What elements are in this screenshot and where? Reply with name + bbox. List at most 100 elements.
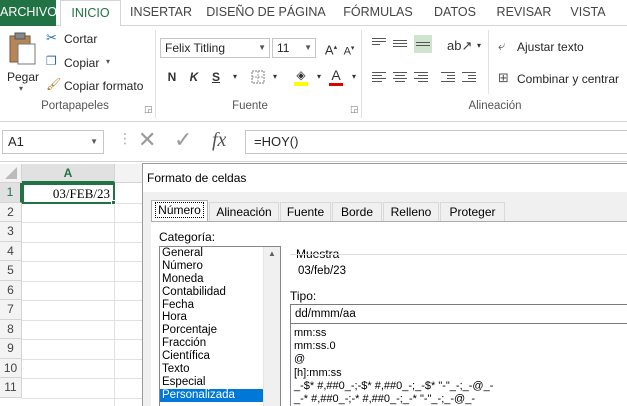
category-item[interactable]: Fracción	[160, 337, 280, 350]
category-item[interactable]: Porcentaje	[160, 324, 280, 337]
row-header[interactable]: 1	[0, 183, 22, 203]
orientation-button[interactable]: ab↗	[447, 37, 472, 55]
borders-button[interactable]	[249, 68, 267, 86]
orientation-dropdown-icon[interactable]: ▾	[470, 37, 488, 55]
category-item[interactable]: Fecha	[160, 299, 280, 312]
tab-borde[interactable]: Borde	[332, 202, 382, 221]
category-item[interactable]: Contabilidad	[160, 286, 280, 299]
copy-dropdown-icon[interactable]: ▾	[106, 57, 110, 66]
wrap-text-label: Ajustar texto	[517, 40, 584, 54]
category-item[interactable]: General	[160, 247, 280, 260]
tab-diseno-de-pagina[interactable]: DISEÑO DE PÁGINA	[202, 0, 330, 26]
grow-font-button[interactable]: A▴	[322, 39, 340, 57]
tab-revisar[interactable]: REVISAR	[490, 0, 558, 26]
copy-button[interactable]: ❐ Copiar ▾	[46, 54, 116, 72]
tab-formulas[interactable]: FÓRMULAS	[335, 0, 421, 26]
formula-bar: A1 ▼ ⋮ ✕ ✓ fx =HOY()	[0, 122, 627, 162]
gridline	[22, 222, 142, 223]
align-right-button[interactable]	[414, 72, 428, 84]
select-all-corner[interactable]	[0, 164, 22, 183]
tab-vista[interactable]: VISTA	[562, 0, 614, 26]
category-item[interactable]: Científica	[160, 350, 280, 363]
font-color-button[interactable]: A	[327, 66, 345, 86]
insert-function-button[interactable]: fx	[212, 128, 226, 152]
column-header-a[interactable]: A	[22, 164, 115, 183]
tab-alineacion[interactable]: Alineación	[209, 202, 279, 221]
fill-color-button[interactable]: ◈	[292, 66, 310, 86]
underline-dropdown-icon[interactable]: ▾	[226, 68, 244, 86]
fill-color-dropdown-icon[interactable]: ▾	[310, 68, 328, 86]
format-code-item[interactable]: @	[291, 353, 627, 366]
borders-dropdown-icon[interactable]: ▾	[266, 68, 284, 86]
tab-archivo[interactable]: ARCHIVO	[0, 0, 57, 26]
paste-dropdown-icon[interactable]: ▾	[19, 84, 23, 93]
enter-check-icon[interactable]: ✓	[174, 128, 192, 152]
scroll-up-icon[interactable]: ▲	[268, 249, 276, 258]
format-painter-button[interactable]: 🖌 Copiar formato	[46, 77, 150, 95]
category-list[interactable]: General Número Moneda Contabilidad Fecha…	[159, 246, 281, 406]
type-input[interactable]: dd/mmm/aa	[290, 304, 627, 324]
tab-fuente[interactable]: Fuente	[280, 202, 331, 221]
category-item[interactable]: Hora	[160, 311, 280, 324]
tab-inicio[interactable]: INICIO	[60, 0, 121, 27]
font-size-combo[interactable]: 11 ▼	[272, 38, 316, 58]
format-code-item[interactable]: mm:ss.0	[291, 340, 627, 353]
tab-numero[interactable]: Número	[151, 200, 208, 222]
tab-insertar[interactable]: INSERTAR	[124, 0, 198, 26]
format-code-item[interactable]: _-$* #,##0_-;-$* #,##0_-;_-$* "-"_-;_-@_…	[291, 380, 627, 393]
align-middle-button[interactable]	[393, 38, 407, 50]
row-header[interactable]: 3	[0, 222, 22, 242]
paste-button[interactable]: Pegar ▾	[4, 32, 40, 94]
shrink-font-button[interactable]: A▾	[340, 40, 358, 58]
tab-proteger[interactable]: Proteger	[440, 202, 505, 221]
wrap-text-button[interactable]: ⤶ Ajustar texto	[498, 38, 623, 56]
category-label: Categoría:	[159, 230, 216, 244]
category-item[interactable]: Número	[160, 260, 280, 273]
font-name-combo[interactable]: Felix Titling ▼	[160, 38, 270, 58]
underline-button[interactable]: S	[207, 68, 225, 86]
row-header[interactable]: 7	[0, 300, 22, 320]
format-code-item[interactable]: _-* #,##0_-;-* #,##0_-;_-* "-"_-;_-@_-	[291, 393, 627, 406]
category-item[interactable]: Texto	[160, 363, 280, 376]
cancel-icon[interactable]: ✕	[138, 128, 156, 152]
merge-center-label: Combinar y centrar	[517, 72, 620, 86]
merge-center-button[interactable]: ⊞ Combinar y centrar	[498, 70, 627, 88]
row-header[interactable]: 2	[0, 202, 22, 222]
fuente-launcher-icon[interactable]: ◲	[350, 104, 359, 115]
format-code-list[interactable]: mm:ss mm:ss.0 @ [h]:mm:ss _-$* #,##0_-;-…	[290, 324, 627, 406]
format-code-item[interactable]: mm:ss	[291, 327, 627, 340]
align-center-button[interactable]	[393, 72, 407, 84]
format-cells-dialog: Formato de celdas Número Alineación Fuen…	[142, 163, 627, 406]
fill-handle[interactable]	[111, 200, 116, 205]
category-item[interactable]: Especial	[160, 376, 280, 389]
row-header[interactable]: 8	[0, 319, 22, 339]
align-top-button[interactable]	[372, 38, 386, 50]
row-header[interactable]: 11	[0, 378, 22, 398]
format-code-item[interactable]: [h]:mm:ss	[291, 367, 627, 380]
cut-button[interactable]: ✂ Cortar	[46, 30, 106, 48]
row-header[interactable]: 6	[0, 280, 22, 300]
formula-input[interactable]: =HOY()	[245, 130, 627, 154]
category-item-selected[interactable]: Personalizada	[160, 388, 280, 402]
category-scrollbar[interactable]: ▲	[263, 247, 280, 406]
bold-button[interactable]: N	[163, 68, 181, 86]
borders-icon	[251, 70, 265, 84]
cell-a1[interactable]: 03/FEB/23	[22, 183, 115, 204]
row-header[interactable]: 9	[0, 339, 22, 359]
paste-label: Pegar	[7, 70, 40, 84]
tab-relleno[interactable]: Relleno	[383, 202, 439, 221]
align-left-button[interactable]	[372, 72, 386, 84]
column-header-b[interactable]	[115, 164, 145, 183]
row-header[interactable]: 5	[0, 261, 22, 281]
align-bottom-button[interactable]	[414, 35, 432, 53]
name-box[interactable]: A1 ▼	[2, 130, 104, 154]
italic-button[interactable]: K	[185, 68, 203, 86]
row-header[interactable]: 10	[0, 358, 22, 378]
row-header[interactable]: 4	[0, 241, 22, 261]
increase-indent-button[interactable]	[462, 72, 476, 84]
tab-datos[interactable]: DATOS	[426, 0, 484, 26]
portapapeles-launcher-icon[interactable]: ◲	[144, 104, 153, 115]
decrease-indent-button[interactable]	[441, 72, 455, 84]
category-item[interactable]: Moneda	[160, 273, 280, 286]
font-size-value: 11	[277, 41, 290, 55]
